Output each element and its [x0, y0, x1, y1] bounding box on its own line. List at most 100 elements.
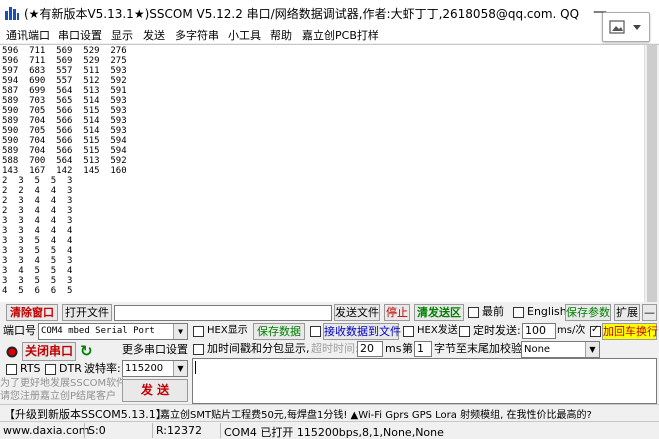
text-cursor: [195, 361, 196, 374]
refresh-icon[interactable]: ↻: [80, 343, 93, 359]
output-line: 589 704 566 514 593: [2, 116, 127, 126]
baud-label: 波特率:: [84, 362, 121, 375]
stop-button[interactable]: 停止: [384, 304, 410, 321]
hex-send-checkbox[interactable]: [403, 326, 414, 337]
hex-send-label: HEX发送: [417, 325, 458, 336]
expand-button[interactable]: 扩展: [614, 304, 640, 321]
upgrade-link[interactable]: 【升级到新版本SSCOM5.13.1】: [4, 406, 167, 422]
timeout-label: 超时时间:: [311, 342, 359, 355]
promo-bar: 【升级到新版本SSCOM5.13.1】 嘉立创SMT贴片工程费50元,每焊盘1分…: [0, 404, 659, 421]
topmost-checkbox[interactable]: [468, 307, 479, 318]
output-line: 3 3 4 5 3: [2, 256, 73, 266]
chevron-down-icon: ▼: [585, 342, 599, 357]
screenshot-widget[interactable]: [602, 12, 650, 42]
timeout-unit: ms: [385, 342, 402, 355]
output-line: 2 2 4 4 3: [2, 186, 73, 196]
checksum-select-value: None: [524, 344, 551, 355]
port-select[interactable]: COM4 mbed Serial Port ▼: [38, 323, 188, 340]
scrollbar-thumb[interactable]: [647, 45, 657, 302]
output-line: 589 703 565 514 593: [2, 96, 127, 106]
hex-display-label: HEX显示: [207, 325, 248, 336]
baud-select[interactable]: 115200 ▼: [122, 360, 188, 377]
timed-send-checkbox[interactable]: [459, 326, 470, 337]
menu-send[interactable]: 发送: [143, 27, 165, 43]
output-line: 590 705 566 514 593: [2, 126, 127, 136]
menu-comm-port[interactable]: 通讯端口: [6, 27, 50, 43]
port-select-value: COM4 mbed Serial Port: [41, 326, 155, 336]
save-data-button[interactable]: 保存数据: [253, 323, 305, 340]
save-params-button[interactable]: 保存参数: [565, 304, 611, 321]
status-divider: [152, 423, 153, 438]
output-line: 596 711 569 529 275: [2, 56, 127, 66]
baud-select-value: 115200: [125, 363, 164, 374]
receive-area[interactable]: 596 711 569 529 276 596 711 569 529 275 …: [0, 44, 659, 302]
interval-unit: ms/次: [557, 325, 586, 336]
recv-to-file-checkbox[interactable]: [310, 326, 321, 337]
clear-send-button[interactable]: 清发送区: [414, 304, 464, 321]
close-port-button[interactable]: 关闭串口: [22, 342, 76, 361]
port-label: 端口号: [3, 324, 36, 337]
output-line: 2 3 5 5 3: [2, 176, 73, 186]
send-text-area[interactable]: [192, 358, 657, 404]
timed-send-label: 定时发送:: [473, 324, 521, 337]
status-divider: [84, 423, 85, 438]
output-line: 596 711 569 529 276: [2, 46, 127, 56]
english-label: English: [527, 305, 567, 318]
output-line: 589 704 566 515 594: [2, 146, 127, 156]
send-file-button[interactable]: 发送文件: [334, 304, 380, 321]
menu-tools[interactable]: 小工具: [228, 27, 261, 43]
byte-label-post: 字节至末尾加校验:: [434, 342, 526, 355]
file-path-input[interactable]: [114, 305, 332, 321]
recv-to-file-button[interactable]: 接收数据到文件: [323, 323, 401, 340]
app-icon: [5, 7, 19, 20]
output-line: 2 3 4 4 3: [2, 206, 73, 216]
output-line: 590 704 566 515 594: [2, 136, 127, 146]
menu-multi-string[interactable]: 多字符串: [175, 27, 219, 43]
add-crlf-button[interactable]: 加回车换行: [602, 323, 658, 340]
chevron-down-icon: [633, 25, 641, 30]
website-link[interactable]: www.daxia.com: [3, 424, 90, 437]
port-status-icon: [6, 346, 18, 358]
output-line: 597 683 557 511 593: [2, 66, 127, 76]
ad-line-1: 为了更好地发展SSCOM软件: [0, 378, 127, 389]
topmost-label: 最前: [482, 305, 504, 318]
english-checkbox[interactable]: [513, 307, 524, 318]
rts-label: RTS: [20, 362, 41, 375]
output-line: 3 3 4 4 3: [2, 216, 73, 226]
timestamp-label: 加时间戳和分包显示,: [207, 342, 310, 355]
output-line: 143 167 142 145 160: [2, 166, 127, 176]
menu-display[interactable]: 显示: [111, 27, 133, 43]
output-line: 3 3 4 4 4: [2, 226, 73, 236]
port-status: COM4 已打开 115200bps,8,1,None,None: [224, 426, 444, 439]
rts-checkbox[interactable]: [6, 364, 17, 375]
promo-ad[interactable]: 嘉立创SMT贴片工程费50元,每焊盘1分钱! ▲Wi-Fi Gprs GPS L…: [160, 406, 655, 421]
interval-input[interactable]: 100: [522, 323, 556, 339]
output-line: 3 3 5 4 4: [2, 236, 73, 246]
output-line: 2 3 4 4 3: [2, 196, 73, 206]
menu-help[interactable]: 帮助: [270, 27, 292, 43]
output-line: 3 4 5 5 4: [2, 266, 73, 276]
byte-index-input[interactable]: 1: [414, 341, 432, 357]
clear-window-button[interactable]: 清除窗口: [6, 304, 58, 321]
window-title: (★有新版本V5.13.1★)SSCOM V5.12.2 串口/网络数据调试器,…: [24, 7, 579, 21]
vertical-scrollbar[interactable]: [644, 45, 659, 302]
menu-bar: 通讯端口 串口设置 显示 发送 多字符串 小工具 帮助 嘉立创PCB打样: [0, 26, 659, 43]
timestamp-checkbox[interactable]: [193, 344, 204, 355]
sent-count: S:0: [88, 424, 106, 437]
checksum-select[interactable]: None ▼: [521, 341, 600, 358]
send-button[interactable]: 发 送: [122, 379, 188, 402]
output-line: 3 3 5 5 4: [2, 246, 73, 256]
dtr-checkbox[interactable]: [45, 364, 56, 375]
byte-label-pre: 第: [402, 342, 413, 355]
output-line: 590 705 566 515 593: [2, 106, 127, 116]
hex-display-checkbox[interactable]: [193, 326, 204, 337]
image-icon: [609, 20, 625, 34]
timeout-input[interactable]: 20: [357, 341, 383, 357]
collapse-button[interactable]: —: [642, 304, 657, 321]
open-file-button[interactable]: 打开文件: [62, 304, 112, 321]
more-settings-button[interactable]: 更多串口设置: [122, 342, 188, 359]
ad-line-2: 请您注册嘉立创P结尾客户: [0, 391, 117, 402]
menu-jlc-pcb[interactable]: 嘉立创PCB打样: [302, 27, 379, 43]
menu-serial-settings[interactable]: 串口设置: [58, 27, 102, 43]
add-crlf-checkbox[interactable]: [590, 324, 601, 337]
